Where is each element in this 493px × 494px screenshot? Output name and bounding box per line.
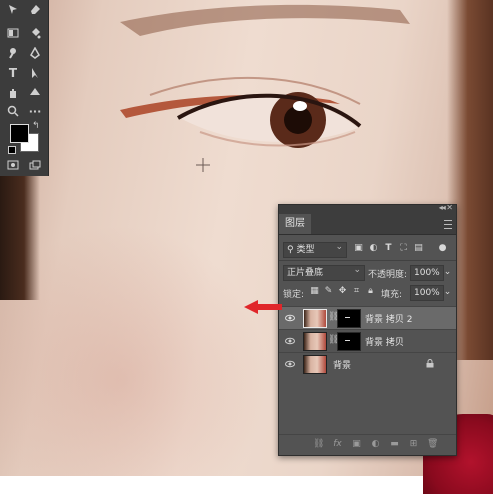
- opacity-label: 不透明度:: [368, 270, 408, 280]
- gradient-icon[interactable]: [3, 24, 23, 42]
- zoom-icon[interactable]: [3, 102, 23, 120]
- add-mask-icon[interactable]: ▣: [351, 439, 362, 450]
- layer-thumbnail[interactable]: [303, 309, 327, 328]
- fill-dropdown-icon[interactable]: ⌄: [442, 287, 453, 298]
- screen-mode-icon[interactable]: [25, 156, 45, 174]
- filter-kind-dropdown[interactable]: ⚲ 类型: [283, 240, 347, 258]
- pen-icon[interactable]: [25, 44, 45, 62]
- lock-row: 锁定: ▦ ✎ ✥ ⌗ 🔒︎ 填充: 100% ⌄: [279, 282, 456, 302]
- new-group-icon[interactable]: ▬: [389, 439, 400, 450]
- divider: [279, 260, 456, 261]
- move-icon[interactable]: [3, 0, 23, 18]
- layer-name[interactable]: 背景: [333, 358, 351, 371]
- lock-transparent-icon[interactable]: ▦: [309, 286, 320, 297]
- tools-panel: T ··· ↰: [0, 0, 49, 176]
- dodge-icon[interactable]: [3, 44, 23, 62]
- layer-row[interactable]: 背景: [279, 352, 456, 375]
- pointer-arrow-icon: [244, 300, 282, 314]
- layer-row[interactable]: ⛓ 背景 拷贝: [279, 329, 456, 352]
- lock-position-icon[interactable]: ✥: [337, 286, 348, 297]
- panel-tabbar: 图层: [279, 214, 456, 235]
- lock-icon: [426, 359, 434, 368]
- layers-panel: ◂◂ ✕ 图层 ⚲ 类型 ▣ ◐ T ⛶ ▤ ● 正片叠底 不透明度: 100%…: [278, 203, 457, 456]
- path-select-icon[interactable]: [25, 64, 45, 82]
- more-icon[interactable]: ···: [25, 102, 45, 120]
- eye-icon[interactable]: [285, 336, 295, 346]
- opacity-input[interactable]: 100%: [410, 265, 444, 281]
- crosshair-cursor-icon: [196, 158, 210, 172]
- filter-row: ⚲ 类型 ▣ ◐ T ⛶ ▤ ●: [279, 239, 456, 259]
- panel-footer: ⛓ fx ▣ ◐ ▬ ⊞ 🗑︎: [279, 434, 456, 455]
- quick-mask-icon[interactable]: [3, 156, 23, 174]
- type-icon[interactable]: T: [3, 64, 23, 82]
- eyebrow: [120, 4, 410, 36]
- link-layers-icon[interactable]: ⛓: [313, 439, 324, 450]
- filter-toggle-icon[interactable]: ●: [437, 243, 448, 254]
- blend-mode-dropdown[interactable]: 正片叠底: [283, 263, 365, 281]
- swap-colors-icon[interactable]: ↰: [32, 121, 40, 131]
- eraser-icon[interactable]: [25, 0, 45, 18]
- tab-layers[interactable]: 图层: [279, 214, 311, 234]
- search-icon: ⚲: [287, 245, 294, 255]
- adjustment-filter-icon[interactable]: ◐: [368, 243, 379, 254]
- lock-all-icon[interactable]: 🔒︎: [365, 286, 376, 297]
- eye-icon[interactable]: [285, 313, 295, 323]
- filter-kind-label: 类型: [296, 245, 315, 255]
- new-layer-icon[interactable]: ⊞: [408, 439, 419, 450]
- artboard-lock-icon[interactable]: ⌗: [351, 286, 362, 297]
- opacity-dropdown-icon[interactable]: ⌄: [442, 267, 453, 278]
- panel-titlebar[interactable]: ◂◂ ✕: [279, 203, 456, 214]
- layer-name[interactable]: 背景 拷贝 2: [365, 312, 412, 325]
- delete-layer-icon[interactable]: 🗑︎: [427, 439, 438, 450]
- hand-icon[interactable]: [3, 84, 23, 102]
- foreground-color-swatch[interactable]: [10, 124, 29, 143]
- opacity-value: 100%: [414, 268, 440, 278]
- type-filter-icon[interactable]: T: [383, 243, 394, 254]
- layer-mask-thumbnail[interactable]: [337, 309, 361, 328]
- fill-label: 填充:: [381, 290, 403, 300]
- lock-image-icon[interactable]: ✎: [323, 286, 334, 297]
- fill-input[interactable]: 100%: [410, 285, 444, 301]
- adjustment-layer-icon[interactable]: ◐: [370, 439, 381, 450]
- smart-object-filter-icon[interactable]: ▤: [413, 243, 424, 254]
- custom-shape-icon[interactable]: [25, 84, 45, 102]
- lock-label: 锁定:: [283, 290, 305, 300]
- layer-thumbnail[interactable]: [303, 355, 327, 374]
- fx-icon[interactable]: fx: [332, 439, 343, 450]
- blend-row: 正片叠底 不透明度: 100% ⌄: [279, 262, 456, 282]
- paint-bucket-icon[interactable]: [25, 24, 45, 42]
- shape-filter-icon[interactable]: ⛶: [398, 243, 409, 254]
- eye-icon[interactable]: [285, 359, 295, 369]
- layer-mask-thumbnail[interactable]: [337, 332, 361, 351]
- fill-value: 100%: [414, 288, 440, 298]
- layer-thumbnail[interactable]: [303, 332, 327, 351]
- layer-name[interactable]: 背景 拷贝: [365, 335, 404, 348]
- blend-mode-value: 正片叠底: [287, 268, 324, 278]
- default-colors-icon[interactable]: [8, 146, 16, 154]
- collapse-icon[interactable]: ◂◂ ✕: [439, 203, 453, 212]
- layers-list: ⛓ 背景 拷贝 2 ⛓ 背景 拷贝 背景: [279, 306, 456, 386]
- layer-row[interactable]: ⛓ 背景 拷贝 2: [279, 306, 456, 329]
- panel-menu-icon[interactable]: [444, 220, 452, 229]
- pixel-filter-icon[interactable]: ▣: [353, 243, 364, 254]
- eye-highlight: [293, 101, 307, 111]
